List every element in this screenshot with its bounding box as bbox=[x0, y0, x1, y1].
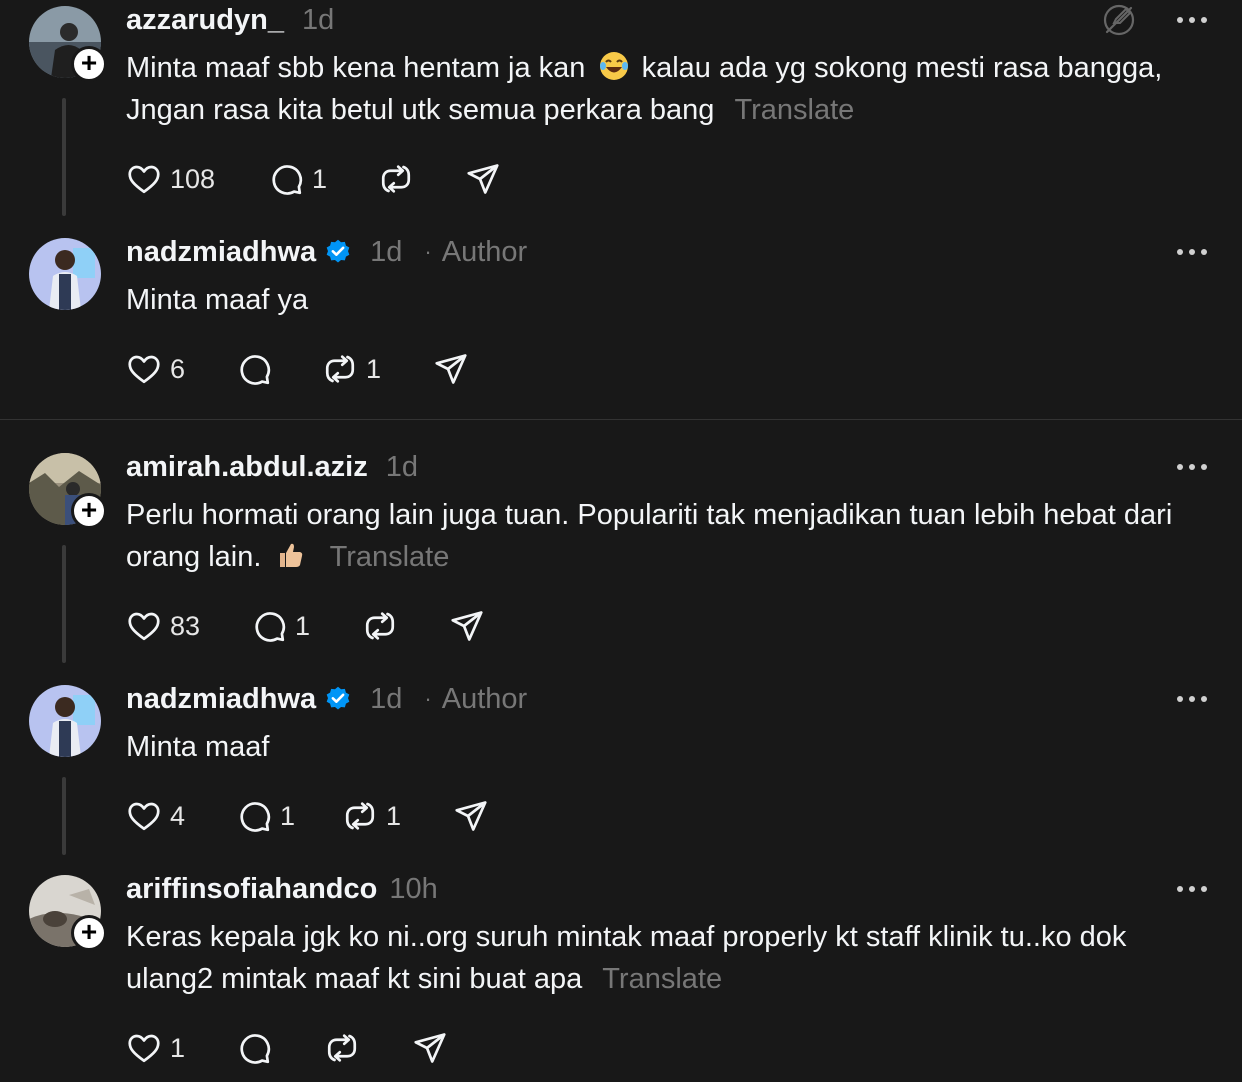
like-button[interactable]: 83 bbox=[126, 606, 200, 646]
translate-link[interactable]: Translate bbox=[330, 541, 450, 573]
heart-icon bbox=[126, 351, 162, 387]
reply-button[interactable] bbox=[236, 1028, 272, 1068]
heart-icon bbox=[126, 798, 162, 834]
username[interactable]: amirah.abdul.aziz bbox=[126, 451, 368, 484]
share-icon bbox=[449, 608, 485, 644]
share-button[interactable] bbox=[433, 349, 469, 389]
heart-icon bbox=[126, 161, 162, 197]
verified-badge-icon bbox=[324, 685, 352, 713]
like-button[interactable]: 4 bbox=[126, 796, 185, 836]
like-count: 83 bbox=[170, 610, 201, 641]
verified-badge-icon bbox=[324, 238, 352, 266]
follow-plus-button[interactable]: + bbox=[71, 493, 107, 529]
comment-text: Perlu hormati orang lain juga tuan. Popu… bbox=[126, 499, 1173, 573]
like-count: 4 bbox=[170, 800, 186, 831]
follow-plus-button[interactable]: + bbox=[71, 46, 107, 82]
timestamp: 1d bbox=[301, 3, 335, 36]
timestamp: 1d bbox=[370, 235, 403, 268]
reply-button[interactable] bbox=[236, 349, 272, 389]
thread-line bbox=[62, 777, 66, 855]
share-button[interactable] bbox=[453, 796, 489, 836]
comment-text: Minta maaf bbox=[126, 731, 270, 763]
comment-text: Minta maaf ya bbox=[126, 284, 309, 316]
repost-button[interactable] bbox=[362, 606, 398, 646]
share-icon bbox=[412, 1030, 448, 1066]
repost-button[interactable]: 1 bbox=[342, 796, 401, 836]
avatar[interactable] bbox=[29, 238, 101, 310]
share-icon bbox=[465, 161, 501, 197]
repost-icon bbox=[342, 798, 378, 834]
repost-icon bbox=[322, 351, 358, 387]
repost-button[interactable] bbox=[378, 159, 414, 199]
heart-icon bbox=[126, 608, 162, 644]
translate-link[interactable]: Translate bbox=[734, 94, 854, 126]
share-button[interactable] bbox=[412, 1028, 448, 1068]
username[interactable]: nadzmiadhwa bbox=[126, 236, 316, 269]
comment-5: + ariffinsofiahandco 10h Keras kepala jg… bbox=[0, 869, 1242, 1082]
repost-count: 1 bbox=[386, 800, 402, 831]
thumbs-up-emoji-icon bbox=[279, 543, 302, 567]
author-label: Author bbox=[441, 235, 528, 268]
share-button[interactable] bbox=[465, 159, 501, 199]
repost-icon bbox=[378, 161, 414, 197]
comment-1: + azzarudyn_ 1d Minta maaf sbb kena hent… bbox=[0, 0, 1242, 230]
like-count: 6 bbox=[170, 353, 186, 384]
repost-button[interactable]: 1 bbox=[322, 349, 381, 389]
repost-count: 1 bbox=[366, 353, 382, 384]
like-count: 108 bbox=[170, 163, 216, 194]
like-button[interactable]: 1 bbox=[126, 1028, 185, 1068]
more-options-icon[interactable] bbox=[1172, 10, 1212, 30]
timestamp: 10h bbox=[389, 872, 438, 905]
comment-4: nadzmiadhwa 1d · Author Minta maaf 4 1 1 bbox=[0, 677, 1242, 867]
thread-divider bbox=[0, 419, 1242, 420]
reply-bubble-icon bbox=[236, 1030, 272, 1066]
avatar[interactable] bbox=[29, 685, 101, 757]
repost-icon bbox=[362, 608, 398, 644]
thread-line bbox=[62, 545, 66, 663]
more-options-icon[interactable] bbox=[1172, 879, 1212, 899]
thread-line bbox=[62, 98, 66, 216]
heart-icon bbox=[126, 1030, 162, 1066]
more-options-icon[interactable] bbox=[1172, 689, 1212, 709]
like-button[interactable]: 6 bbox=[126, 349, 185, 389]
author-label: Author bbox=[441, 682, 528, 715]
share-button[interactable] bbox=[449, 606, 485, 646]
more-options-icon[interactable] bbox=[1172, 242, 1212, 262]
laughing-tears-emoji-icon bbox=[599, 52, 628, 80]
reply-button[interactable]: 1 bbox=[251, 606, 310, 646]
comment-2: nadzmiadhwa 1d · Author Minta maaf ya 6 … bbox=[0, 230, 1242, 419]
reply-count: 1 bbox=[295, 610, 311, 641]
reply-bubble-icon bbox=[236, 798, 272, 834]
like-button[interactable]: 108 bbox=[126, 159, 215, 199]
repost-icon bbox=[324, 1030, 360, 1066]
more-options-icon[interactable] bbox=[1172, 457, 1212, 477]
reply-bubble-icon bbox=[268, 161, 304, 197]
reply-count: 1 bbox=[280, 800, 296, 831]
username[interactable]: azzarudyn_ bbox=[126, 4, 284, 37]
reply-bubble-icon bbox=[236, 351, 272, 387]
username[interactable]: nadzmiadhwa bbox=[126, 683, 316, 716]
repost-button[interactable] bbox=[324, 1028, 360, 1068]
comment-text: Keras kepala jgk ko ni..org suruh mintak… bbox=[126, 921, 1127, 995]
reply-bubble-icon bbox=[251, 608, 287, 644]
username[interactable]: ariffinsofiahandco bbox=[126, 873, 377, 906]
timestamp: 1d bbox=[370, 682, 403, 715]
share-icon bbox=[453, 798, 489, 834]
timestamp: 1d bbox=[385, 450, 418, 483]
like-count: 1 bbox=[170, 1032, 186, 1063]
reply-button[interactable]: 1 bbox=[268, 159, 327, 199]
reply-button[interactable]: 1 bbox=[236, 796, 295, 836]
comment-3: + amirah.abdul.aziz 1d Perlu hormati ora… bbox=[0, 447, 1242, 677]
share-icon bbox=[433, 351, 469, 387]
reply-count: 1 bbox=[312, 163, 328, 194]
comment-text: Minta maaf sbb kena hentam ja kan kalau … bbox=[126, 52, 1163, 126]
translate-link[interactable]: Translate bbox=[602, 963, 722, 995]
follow-plus-button[interactable]: + bbox=[71, 915, 107, 951]
